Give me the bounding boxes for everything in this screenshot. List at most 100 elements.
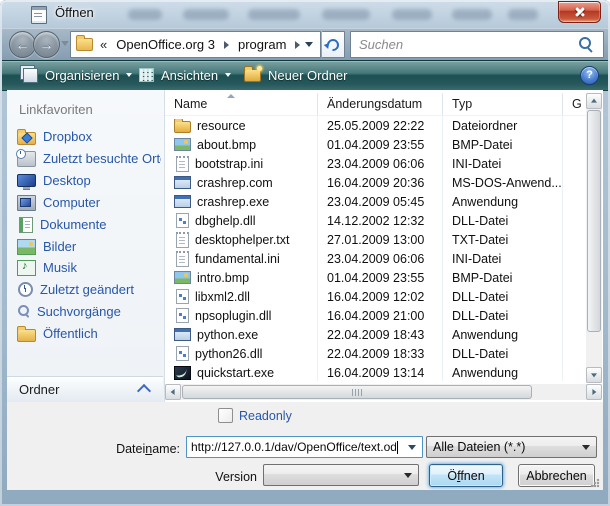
chevron-right-icon[interactable] xyxy=(295,41,300,49)
back-button[interactable]: ← xyxy=(9,31,36,58)
sidebar-item-public-folder[interactable]: Öffentlich xyxy=(13,323,161,344)
sidebar-item-recent-places[interactable]: Zuletzt besuchte Orte xyxy=(13,148,161,169)
sidebar-item-dropbox-folder[interactable]: Dropbox xyxy=(13,126,161,147)
blurred-parent-menubar xyxy=(128,9,162,20)
sidebar-item-searches[interactable]: Suchvorgänge xyxy=(13,301,161,322)
organize-button[interactable]: Organisieren xyxy=(14,64,138,86)
resize-grip[interactable] xyxy=(590,478,600,488)
file-type: Anwendung xyxy=(452,366,570,380)
label-part: ame: xyxy=(152,442,180,456)
folders-expander[interactable]: Ordner xyxy=(7,376,163,402)
readonly-checkbox-row[interactable]: Readonly xyxy=(218,408,292,423)
new-folder-icon xyxy=(244,69,261,82)
table-row[interactable]: crashrep.exe23.04.2009 05:45Anwendung xyxy=(165,192,583,211)
table-row[interactable]: python26.dll22.04.2009 18:33DLL-Datei xyxy=(165,344,583,363)
open-file-dialog: Öffnen ← → « OpenOffice.org 3 program Or xyxy=(0,0,610,506)
column-header-name[interactable]: Name xyxy=(165,93,318,115)
table-row[interactable]: crashrep.com16.04.2009 20:36MS-DOS-Anwen… xyxy=(165,173,583,192)
sidebar-item-computer[interactable]: Computer xyxy=(13,192,161,213)
column-header-type[interactable]: Typ xyxy=(443,93,563,115)
text-caret xyxy=(397,441,398,454)
titlebar[interactable]: Öffnen xyxy=(0,0,610,28)
sidebar-header: Linkfavoriten xyxy=(19,102,93,117)
breadcrumb-item-openoffice[interactable]: OpenOffice.org 3 xyxy=(116,37,215,52)
table-row[interactable]: npsoplugin.dll 16.04.2009 21:00 DLL-Datei xyxy=(165,306,583,325)
readonly-checkbox[interactable] xyxy=(218,408,233,423)
public-folder-icon xyxy=(17,329,36,342)
sidebar-item-pictures[interactable]: Bilder xyxy=(13,236,161,257)
searches-icon xyxy=(17,305,30,318)
sidebar-item-label: Suchvorgänge xyxy=(37,304,121,319)
forward-button[interactable]: → xyxy=(33,31,60,58)
breadcrumb[interactable]: « OpenOffice.org 3 program xyxy=(70,31,321,58)
file-date: 16.04.2009 12:02 xyxy=(327,290,424,304)
filetype-select[interactable]: Alle Dateien (*.*) xyxy=(426,436,597,458)
column-header-size[interactable]: G xyxy=(563,93,586,115)
chevron-down-icon xyxy=(582,445,590,450)
file-name-cell: crashrep.exe xyxy=(174,195,314,209)
table-row[interactable]: resource25.05.2009 22:22Dateiordner xyxy=(165,116,583,135)
file-name-cell: intro.bmp xyxy=(174,271,314,285)
sidebar-item-music[interactable]: Musik xyxy=(13,257,161,278)
horizontal-scroll-thumb[interactable] xyxy=(182,385,532,399)
scroll-right-button[interactable] xyxy=(586,384,602,400)
refresh-button[interactable] xyxy=(322,31,345,58)
window-title: Öffnen xyxy=(55,5,94,20)
search-icon[interactable] xyxy=(579,37,591,49)
address-dropdown-icon[interactable] xyxy=(305,42,313,47)
file-rows: resource25.05.2009 22:22Dateiordnerabout… xyxy=(165,116,583,382)
sidebar-item-documents[interactable]: Dokumente xyxy=(13,214,161,235)
cancel-button[interactable]: Abbrechen xyxy=(518,464,595,487)
table-row[interactable]: bootstrap.ini23.04.2009 06:06INI-Datei xyxy=(165,154,583,173)
version-label: Version xyxy=(167,470,257,484)
table-row[interactable]: python.exe22.04.2009 18:43Anwendung xyxy=(165,325,583,344)
horizontal-scrollbar[interactable] xyxy=(165,384,602,400)
column-headers: Name Änderungsdatum Typ G xyxy=(165,93,586,116)
scroll-left-button[interactable] xyxy=(165,384,181,400)
filename-label: Dateiname: xyxy=(7,442,180,456)
column-label: G xyxy=(572,97,582,111)
file-date: 16.04.2009 21:00 xyxy=(327,309,424,323)
column-header-date[interactable]: Änderungsdatum xyxy=(318,93,443,115)
close-button[interactable] xyxy=(558,1,601,23)
chevron-right-icon[interactable] xyxy=(224,41,229,49)
readonly-label: Readonly xyxy=(239,409,292,423)
table-row[interactable]: libxml2.dll16.04.2009 12:02DLL-Datei xyxy=(165,287,583,306)
application-icon xyxy=(174,195,191,208)
table-row[interactable]: about.bmp01.04.2009 23:55BMP-Datei xyxy=(165,135,583,154)
msdos-application-icon xyxy=(174,176,191,189)
file-name-cell: crashrep.com xyxy=(174,176,314,190)
file-name-cell: python.exe xyxy=(174,328,314,342)
views-button[interactable]: Ansichten xyxy=(133,64,237,86)
new-folder-button[interactable]: Neuer Ordner xyxy=(238,64,353,86)
filename-input[interactable]: http://127.0.0.1/dav/OpenOffice/text.odt xyxy=(186,436,423,458)
file-name-cell: libxml2.dll xyxy=(174,289,314,304)
filename-history-dropdown-icon[interactable] xyxy=(408,445,416,450)
table-row[interactable]: quickstart.exe16.04.2009 13:14Anwendung xyxy=(165,363,583,382)
file-name-cell: about.bmp xyxy=(174,138,314,152)
table-row[interactable]: dbghelp.dll14.12.2002 12:32DLL-Datei xyxy=(165,211,583,230)
breadcrumb-item-program[interactable]: program xyxy=(238,37,286,52)
sidebar-item-recently-changed[interactable]: Zuletzt geändert xyxy=(13,279,161,300)
file-name: about.bmp xyxy=(197,138,256,152)
blurred-parent-menubar xyxy=(183,9,229,20)
sidebar-item-desktop[interactable]: Desktop xyxy=(13,170,161,191)
table-row[interactable]: fundamental.ini23.04.2009 06:06INI-Datei xyxy=(165,249,583,268)
file-name-cell: bootstrap.ini xyxy=(174,156,314,172)
scroll-down-button[interactable] xyxy=(586,367,602,383)
version-select[interactable] xyxy=(263,464,419,486)
help-button[interactable] xyxy=(580,66,599,85)
collapsed-crumbs-indicator[interactable]: « xyxy=(100,37,107,52)
vertical-scroll-thumb[interactable] xyxy=(587,110,601,332)
open-button[interactable]: Öffnen xyxy=(429,464,503,487)
pictures-icon xyxy=(17,239,36,255)
vertical-scrollbar[interactable] xyxy=(586,93,602,383)
history-dropdown-icon[interactable] xyxy=(61,41,69,46)
search-input[interactable] xyxy=(357,34,576,55)
table-row[interactable]: intro.bmp01.04.2009 23:55BMP-Datei xyxy=(165,268,583,287)
scroll-up-button[interactable] xyxy=(586,93,602,109)
file-type: DLL-Datei xyxy=(452,347,570,361)
table-row[interactable]: desktophelper.txt27.01.2009 13:00TXT-Dat… xyxy=(165,230,583,249)
file-name: npsoplugin.dll xyxy=(195,309,271,323)
file-type: DLL-Datei xyxy=(452,309,570,323)
